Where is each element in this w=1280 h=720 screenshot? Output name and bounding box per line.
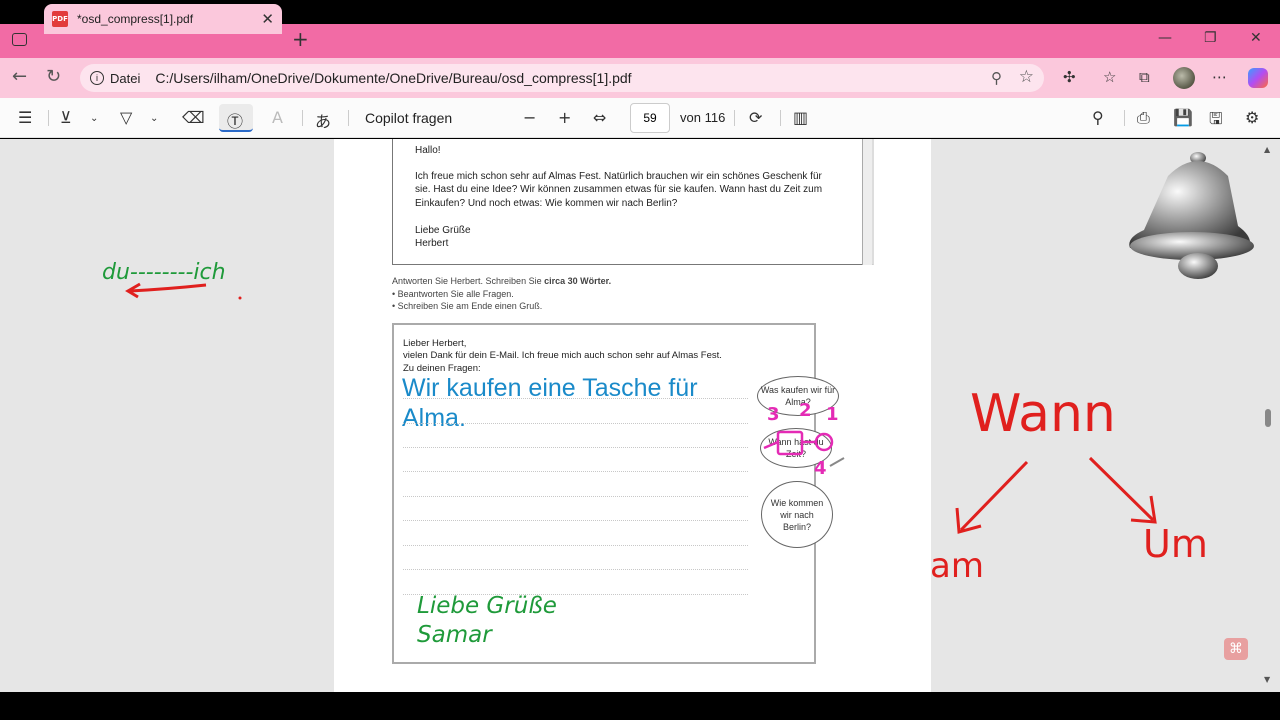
letter-greeting: Hallo! <box>415 145 441 156</box>
minimize-icon[interactable]: — <box>1158 30 1172 46</box>
tab-pdf[interactable]: PDF *osd_compress[1].pdf ✕ <box>44 4 282 34</box>
zoom-out-icon[interactable]: − <box>523 108 536 127</box>
refresh-icon[interactable]: ↻ <box>46 66 61 87</box>
page-view-icon[interactable]: ▥ <box>793 108 808 127</box>
writing-line <box>403 496 748 497</box>
annotation-number: 4 <box>814 458 827 479</box>
divider <box>348 110 349 126</box>
restore-icon[interactable]: ❐ <box>1204 30 1217 46</box>
translate-icon[interactable]: あ <box>315 108 331 132</box>
divider <box>780 110 781 126</box>
typed-answer-line[interactable]: Alma. <box>402 404 466 433</box>
tab-title: *osd_compress[1].pdf <box>77 12 194 26</box>
instruction-bullet: • Schreiben Sie am Ende einen Gruß. <box>392 301 543 311</box>
writing-line <box>403 423 748 424</box>
copilot-icon[interactable] <box>1248 68 1268 88</box>
settings-icon[interactable]: ⚙ <box>1245 108 1259 127</box>
letter-line: sie. Hast du eine Idee? Wir können zusam… <box>415 184 823 195</box>
divider <box>302 110 303 126</box>
divider <box>1124 110 1125 126</box>
letter-closing: Liebe Grüße <box>415 225 471 236</box>
answer-line: vielen Dank für dein E-Mail. Ich freue m… <box>403 350 722 361</box>
save-icon[interactable]: 💾 <box>1173 108 1193 127</box>
tab-actions-icon[interactable] <box>12 33 27 46</box>
am-annotation: am <box>930 546 984 586</box>
zoom-in-icon[interactable]: + <box>558 108 571 127</box>
read-aloud-icon[interactable]: A <box>272 108 283 127</box>
red-arrows <box>955 456 1157 534</box>
letter-scrollbar[interactable] <box>862 139 872 265</box>
contents-icon[interactable]: ☰ <box>18 108 32 127</box>
chevron-down-icon[interactable]: ⌄ <box>90 113 98 124</box>
divider <box>48 110 49 126</box>
profile-avatar[interactable] <box>1173 67 1195 89</box>
highlight-icon[interactable]: ⊻ <box>60 108 72 127</box>
chevron-down-icon[interactable]: ⌄ <box>150 113 158 124</box>
favorite-star-icon[interactable]: ☆ <box>1019 67 1034 87</box>
rotate-icon[interactable]: ⟳ <box>749 108 762 127</box>
more-menu-icon[interactable]: ⋯ <box>1212 68 1227 86</box>
save-as-icon[interactable]: 🖫 <box>1209 108 1223 135</box>
window-close-icon[interactable]: ✕ <box>1250 30 1262 46</box>
zoom-icon[interactable]: ⚲ <box>991 69 1002 87</box>
answer-salutation: Lieber Herbert, <box>403 338 467 349</box>
handwritten-name: Samar <box>417 622 492 648</box>
tab-close-icon[interactable]: ✕ <box>261 10 274 28</box>
answer-line: Zu deinen Fragen: <box>403 363 481 374</box>
letter-line: Einkaufen? Und noch etwas: Wie kommen wi… <box>415 198 678 209</box>
page-number-input[interactable]: 59 <box>630 103 670 133</box>
scroll-down-icon[interactable]: ▼ <box>1264 675 1270 684</box>
favorites-icon[interactable]: ☆ <box>1103 68 1116 86</box>
wann-annotation: Wann <box>970 384 1116 444</box>
red-arrow-left <box>125 282 242 300</box>
writing-line <box>403 398 748 399</box>
writing-line <box>403 471 748 472</box>
fit-page-icon[interactable]: ⇔ <box>593 108 606 127</box>
copilot-ask-button[interactable]: Copilot fragen <box>365 110 452 126</box>
pdf-file-icon: PDF <box>52 11 68 27</box>
writing-line <box>403 520 748 521</box>
annotation-number: 1 <box>826 404 839 425</box>
print-icon[interactable]: ⎙ <box>1137 108 1150 128</box>
extensions-icon[interactable]: ✣ <box>1063 68 1076 86</box>
instruction-line: Antworten Sie Herbert. Schreiben Sie cir… <box>392 276 612 286</box>
scroll-up-icon[interactable]: ▲ <box>1264 145 1270 154</box>
scrollbar-thumb[interactable] <box>1265 409 1271 427</box>
acrobat-icon[interactable]: ⌘ <box>1224 638 1248 660</box>
letter-line: Ich freue mich schon sehr auf Almas Fest… <box>415 171 822 182</box>
page-total: von 116 <box>680 110 726 125</box>
url-field[interactable]: i Datei C:/Users/ilham/OneDrive/Dokument… <box>80 64 1044 92</box>
address-label: Datei <box>110 70 141 86</box>
search-icon[interactable]: ⚲ <box>1092 108 1104 127</box>
draw-icon[interactable]: ▽ <box>120 108 132 127</box>
question-bubble: Wie kommen wir nach Berlin? <box>761 481 833 548</box>
handwritten-closing: Liebe Grüße <box>417 593 557 619</box>
bell-icon <box>1129 152 1254 279</box>
instruction-bullet: • Beantworten Sie alle Fragen. <box>392 289 514 299</box>
text-icon[interactable]: Ⓣ <box>227 108 243 132</box>
divider <box>734 110 735 126</box>
new-tab-icon[interactable]: + <box>292 27 309 51</box>
letter-signature: Herbert <box>415 238 449 249</box>
vertical-scrollbar[interactable]: ▲ ▼ <box>1262 139 1274 692</box>
back-icon[interactable]: ← <box>12 66 27 87</box>
annotation-number: 2 <box>799 400 812 421</box>
um-annotation: Um <box>1143 522 1208 566</box>
url-text: C:/Users/ilham/OneDrive/Dokumente/OneDri… <box>155 70 632 86</box>
writing-line <box>403 569 748 570</box>
eraser-icon[interactable]: ⌫ <box>182 108 205 127</box>
annotation-number: 3 <box>767 404 780 425</box>
collections-icon[interactable]: ⧉ <box>1139 68 1150 86</box>
screen-bottom-bar <box>0 692 1280 720</box>
writing-line <box>403 447 748 448</box>
info-icon[interactable]: i <box>90 71 104 85</box>
writing-line <box>403 545 748 546</box>
